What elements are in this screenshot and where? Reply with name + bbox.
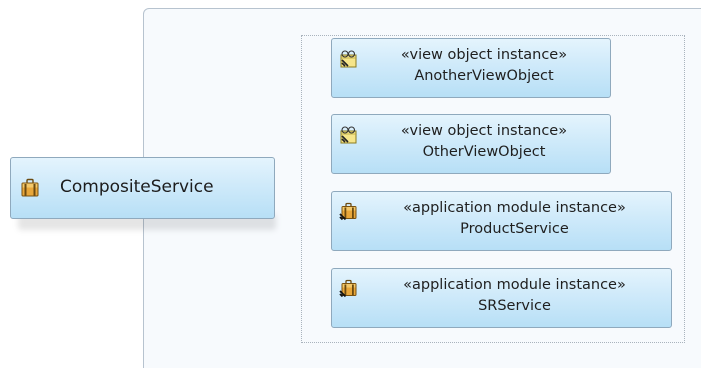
view-object-instance-node[interactable]: «view object instance» AnotherViewObject [331,38,611,98]
view-object-instance-node[interactable]: «view object instance» OtherViewObject [331,114,611,174]
application-module-instance-node[interactable]: «application module instance» SRService [331,268,672,328]
application-module-icon [20,178,40,198]
composite-service-label: CompositeService [60,177,214,197]
view-object-icon [338,125,358,145]
instance-stereotype: «view object instance» [400,47,568,63]
diagram-canvas: CompositeService «view object instance» … [0,0,701,368]
composite-service-node[interactable]: CompositeService [10,157,275,219]
instance-name: AnotherViewObject [414,68,554,84]
instance-stereotype: «application module instance» [403,277,626,293]
view-object-icon [338,49,358,69]
application-module-instance-icon [338,279,358,299]
instance-stereotype: «application module instance» [403,200,626,216]
instance-name: ProductService [460,221,569,237]
application-module-instance-icon [338,202,358,222]
instance-name: OtherViewObject [422,144,546,160]
instance-stereotype: «view object instance» [400,123,568,139]
instance-name: SRService [478,298,551,314]
application-module-instance-node[interactable]: «application module instance» ProductSer… [331,191,672,251]
